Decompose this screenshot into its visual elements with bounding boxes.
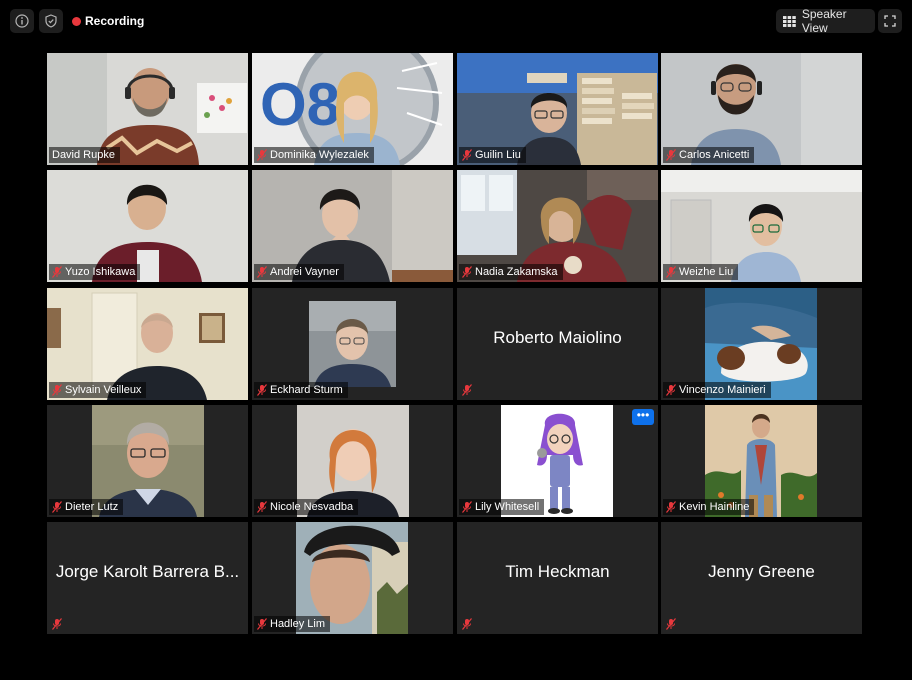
mic-muted-icon [462, 618, 472, 630]
participant-name: Kevin Hainline [679, 501, 750, 513]
mic-muted-icon [52, 266, 62, 278]
nameplate [663, 616, 681, 632]
nameplate: Sylvain Veilleux [49, 382, 147, 398]
video-tile-kevin-hainline[interactable]: Kevin Hainline [661, 405, 862, 517]
participant-name: Weizhe Liu [679, 266, 734, 278]
participant-name: Nadia Zakamska [475, 266, 558, 278]
nameplate: Nadia Zakamska [459, 264, 563, 280]
more-options-button[interactable]: ••• [632, 409, 654, 425]
mic-muted-icon [462, 149, 472, 161]
video-tile-roberto-maiolino[interactable]: Roberto Maiolino [457, 288, 658, 400]
nameplate: Vincenzo Mainieri [663, 382, 771, 398]
nameplate [49, 616, 67, 632]
mic-muted-icon [462, 266, 472, 278]
nameplate: Andrei Vayner [254, 264, 344, 280]
nameplate: Kevin Hainline [663, 499, 755, 515]
nameplate: Nicole Nesvadba [254, 499, 359, 515]
participant-display-name: Roberto Maiolino [493, 328, 622, 347]
participant-name: Sylvain Veilleux [65, 384, 142, 396]
video-tile-dominika-wylezalek[interactable]: O8 Dominika Wylezalek [252, 53, 453, 165]
nameplate: Carlos Anicetti [663, 147, 755, 163]
participant-name: Vincenzo Mainieri [679, 384, 766, 396]
speaker-view-button[interactable]: Speaker View [776, 7, 875, 35]
participant-display-name: Jenny Greene [708, 562, 815, 581]
video-tile-andrei-vayner[interactable]: Andrei Vayner [252, 170, 453, 282]
video-tile-carlos-anicetti[interactable]: Carlos Anicetti [661, 53, 862, 165]
participant-name: Guilin Liu [475, 149, 521, 161]
nameplate: Weizhe Liu [663, 264, 739, 280]
nameplate: Dominika Wylezalek [254, 147, 374, 163]
participant-name: Andrei Vayner [270, 266, 339, 278]
recording-label: Recording [85, 14, 145, 28]
grid-view-icon [783, 15, 796, 27]
mic-muted-icon [666, 266, 676, 278]
mic-muted-icon [666, 149, 676, 161]
mic-muted-icon [52, 384, 62, 396]
video-tile-eckhard-sturm[interactable]: Eckhard Sturm [252, 288, 453, 400]
nameplate: Lily Whitesell [459, 499, 545, 515]
video-tile-nicole-nesvadba[interactable]: Nicole Nesvadba [252, 405, 453, 517]
video-tile-vincenzo-mainieri[interactable]: Vincenzo Mainieri [661, 288, 862, 400]
nameplate: Hadley Lim [254, 616, 331, 632]
participant-name: Lily Whitesell [475, 501, 540, 513]
mic-muted-icon [257, 266, 267, 278]
nameplate: Dieter Lutz [49, 499, 124, 515]
recording-indicator[interactable]: Recording [72, 14, 144, 28]
participant-name: Yuzo Ishikawa [65, 266, 136, 278]
mic-muted-icon [666, 384, 676, 396]
video-tile-guilin-liu[interactable]: Guilin Liu [457, 53, 658, 165]
participant-display-name: Jorge Karolt Barrera B... [55, 562, 240, 581]
mic-muted-icon [257, 501, 267, 513]
shield-icon[interactable] [39, 9, 63, 33]
video-tile-jorge-karolt-barrera[interactable]: Jorge Karolt Barrera B... [47, 522, 248, 634]
video-tile-yuzo-ishikawa[interactable]: Yuzo Ishikawa [47, 170, 248, 282]
video-tile-sylvain-veilleux[interactable]: Sylvain Veilleux [47, 288, 248, 400]
speaker-view-label: Speaker View [801, 7, 847, 35]
participant-name: Nicole Nesvadba [270, 501, 354, 513]
mic-muted-icon [52, 618, 62, 630]
meeting-topbar: Recording Speaker View [0, 0, 912, 40]
participant-name: Dominika Wylezalek [270, 149, 369, 161]
participant-name: Eckhard Sturm [270, 384, 343, 396]
info-icon[interactable] [10, 9, 34, 33]
video-tile-jenny-greene[interactable]: Jenny Greene [661, 522, 862, 634]
participant-name: Dieter Lutz [65, 501, 119, 513]
participant-display-name: Tim Heckman [505, 562, 610, 581]
video-tile-weizhe-liu[interactable]: Weizhe Liu [661, 170, 862, 282]
participant-name: David Rupke [52, 149, 115, 161]
nameplate: Guilin Liu [459, 147, 526, 163]
svg-text:O8: O8 [260, 71, 340, 138]
nameplate: Eckhard Sturm [254, 382, 348, 398]
nameplate [459, 616, 477, 632]
participant-name: Carlos Anicetti [679, 149, 750, 161]
video-tile-lily-whitesell[interactable]: ••• Lily Whitesell [457, 405, 658, 517]
mic-muted-icon [462, 501, 472, 513]
participant-name: Hadley Lim [270, 618, 326, 630]
video-tile-david-rupke[interactable]: David Rupke [47, 53, 248, 165]
nameplate: Yuzo Ishikawa [49, 264, 141, 280]
nameplate: David Rupke [49, 147, 120, 163]
nameplate [459, 382, 477, 398]
mic-muted-icon [666, 618, 676, 630]
mic-muted-icon [257, 618, 267, 630]
video-tile-hadley-lim[interactable]: Hadley Lim [252, 522, 453, 634]
mic-muted-icon [666, 501, 676, 513]
recording-dot-icon [72, 16, 81, 26]
mic-muted-icon [462, 384, 472, 396]
mic-muted-icon [257, 384, 267, 396]
mic-muted-icon [257, 149, 267, 161]
fullscreen-icon[interactable] [878, 9, 902, 33]
video-tile-tim-heckman[interactable]: Tim Heckman [457, 522, 658, 634]
video-tile-nadia-zakamska[interactable]: Nadia Zakamska [457, 170, 658, 282]
video-tile-dieter-lutz[interactable]: Dieter Lutz [47, 405, 248, 517]
mic-muted-icon [52, 501, 62, 513]
